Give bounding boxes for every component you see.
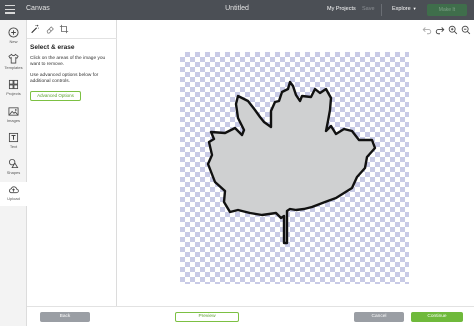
app-title: Canvas [26, 5, 50, 12]
topbar-divider [381, 4, 382, 16]
continue-button[interactable]: Continue [411, 312, 463, 322]
rail-item-label: Templates [4, 65, 23, 70]
back-button[interactable]: Back [40, 312, 90, 322]
bottom-bar: Back Preview Cancel Continue [27, 306, 474, 326]
advanced-options-button[interactable]: Advanced Options [30, 91, 81, 101]
rail-item-shapes[interactable]: Shapes [0, 156, 27, 180]
undo-icon[interactable] [422, 25, 432, 35]
rail-item-upload[interactable]: Upload [0, 182, 27, 206]
zoom-in-icon[interactable] [448, 25, 458, 35]
make-it-button[interactable]: Make It [427, 4, 467, 16]
rail-item-label: Text [9, 144, 18, 149]
image-icon [8, 107, 19, 116]
rail-item-templates[interactable]: Templates [0, 51, 27, 75]
panel-heading: Select & erase [30, 44, 75, 51]
top-bar: Canvas Untitled My Projects Save Explore… [0, 0, 474, 20]
maple-leaf-image[interactable] [180, 52, 409, 284]
explore-menu[interactable]: Explore ▼ [392, 6, 417, 12]
rail-item-label: Shapes [6, 170, 21, 175]
grid-icon [8, 79, 19, 90]
rail-item-label: New [9, 39, 18, 44]
menu-icon[interactable] [5, 5, 15, 15]
chevron-down-icon: ▼ [412, 5, 417, 11]
magic-wand-icon[interactable] [30, 24, 40, 34]
tool-rail: New Templates Projects Images Text Shape… [0, 20, 27, 326]
rail-item-projects[interactable]: Projects [0, 77, 27, 101]
crop-icon[interactable] [59, 24, 69, 34]
rail-item-new[interactable]: New [0, 25, 27, 49]
rail-item-label: Projects [6, 91, 21, 96]
redo-icon[interactable] [435, 25, 445, 35]
panel-advanced-hint: Use advanced options below for additiona… [30, 73, 99, 85]
my-projects-link[interactable]: My Projects [327, 6, 356, 12]
save-link[interactable]: Save [362, 6, 375, 12]
panel-instructions: Click on the areas of the image you want… [30, 56, 106, 68]
upload-cloud-icon [9, 186, 19, 194]
preview-button[interactable]: Preview [175, 312, 239, 322]
edit-panel: Select & erase Click on the areas of the… [27, 20, 117, 306]
shirt-icon [8, 53, 19, 64]
panel-divider [27, 38, 117, 39]
rail-item-images[interactable]: Images [0, 104, 27, 128]
shapes-icon [8, 158, 19, 169]
rail-item-text[interactable]: Text [0, 130, 27, 154]
rail-item-label: Images [6, 118, 21, 123]
plus-circle-icon [8, 27, 19, 38]
explore-label: Explore [392, 5, 411, 12]
text-icon [8, 132, 19, 143]
eraser-icon[interactable] [45, 24, 55, 34]
rail-item-label: Upload [7, 196, 20, 201]
cancel-button[interactable]: Cancel [354, 312, 404, 322]
zoom-out-icon[interactable] [461, 25, 471, 35]
